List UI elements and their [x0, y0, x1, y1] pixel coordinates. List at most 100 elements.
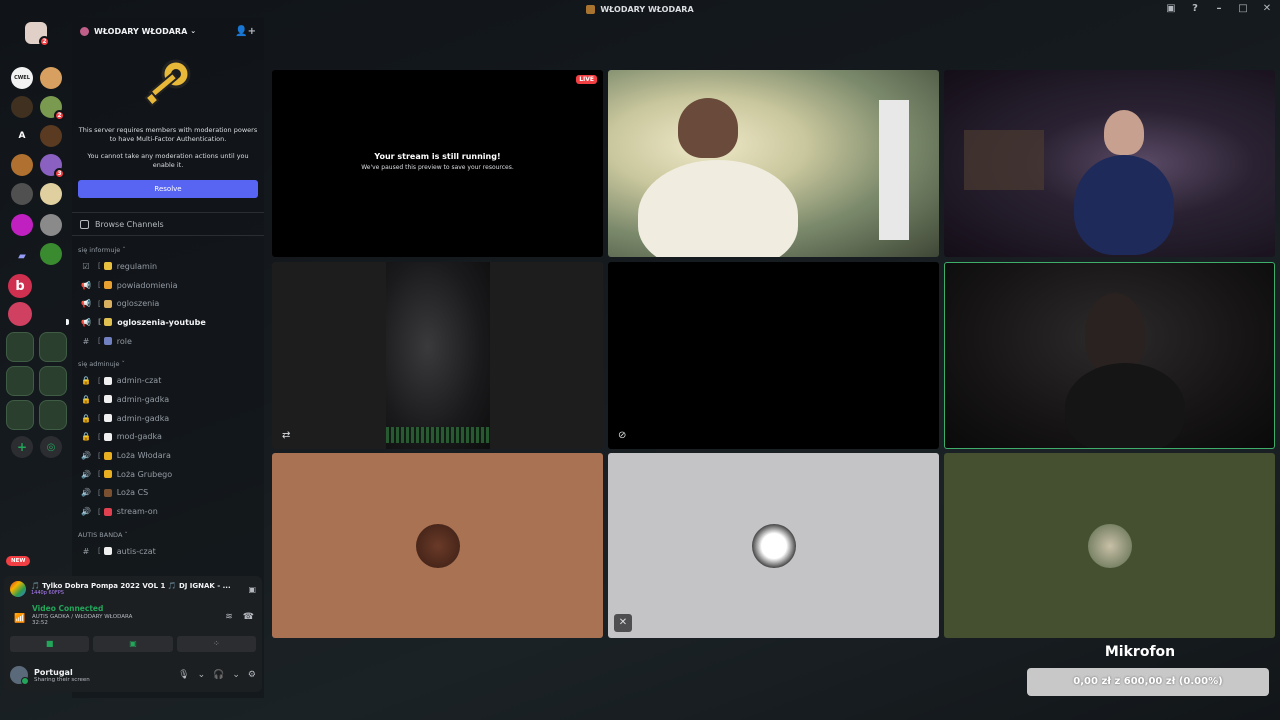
voice-connection: 📶 Video Connected AUTIS GADKA / WŁODARY … — [4, 602, 262, 634]
server-flag[interactable] — [40, 243, 62, 265]
channel-item[interactable]: 🔒 [admin-gadka — [72, 409, 264, 428]
home-avatar[interactable]: 2 — [25, 22, 50, 47]
server-gray[interactable] — [11, 183, 33, 205]
channel-item[interactable]: 🔒 [mod-gadka — [72, 428, 264, 447]
maximize-button[interactable]: □ — [1236, 2, 1250, 16]
server-cwel[interactable]: CWEL — [11, 67, 33, 89]
channel-item[interactable]: 🔒 [admin-czat — [72, 371, 264, 390]
help-icon[interactable]: ? — [1188, 2, 1202, 16]
channel-item[interactable]: # [autis-czat — [72, 542, 264, 561]
stream-title: 🎵 Tylko Dobra Pompa 2022 VOL 1 🎵 DJ IGNA… — [31, 582, 231, 590]
server-face[interactable] — [40, 183, 62, 205]
own-stream-tile[interactable]: LIVE Your stream is still running! We've… — [272, 70, 603, 257]
server-pink[interactable] — [8, 302, 32, 326]
participant-video — [678, 98, 738, 158]
server-orange[interactable] — [11, 154, 33, 176]
server-folder-5[interactable] — [6, 400, 34, 430]
avatar-tile-1[interactable] — [272, 453, 603, 638]
server-b[interactable]: b — [8, 274, 32, 298]
muted-mic-icon: ✕ — [614, 614, 632, 632]
participant-video — [1085, 293, 1145, 373]
channel-item[interactable]: 🔊 [Loża CS — [72, 484, 264, 503]
stream-quality: 1440p 60FPS — [31, 590, 64, 596]
noise-suppression-icon[interactable]: ≋ — [225, 612, 233, 622]
megaphone-icon: 📢 — [81, 299, 91, 309]
lock-icon: 🔒 — [81, 376, 91, 386]
server-header[interactable]: WŁODARY WŁODARA ⌄ 👤+ — [72, 18, 264, 44]
avatar-tile-3[interactable] — [944, 453, 1275, 638]
video-tile-1[interactable] — [608, 70, 939, 257]
settings-gear-icon[interactable]: ⚙ — [248, 670, 256, 680]
user-bar: Portugal Sharing their screen 🎙 ⌄ 🎧 ⌄ ⚙ — [4, 660, 262, 690]
video-tile-3[interactable]: ⇄ — [272, 262, 603, 449]
microphone-icon[interactable]: 🎙 — [178, 670, 189, 680]
headphones-icon[interactable]: 🎧 — [213, 670, 224, 680]
channel-category[interactable]: się informuje ˇ — [72, 243, 264, 257]
channel-item[interactable]: 📢 [ogloszenia — [72, 294, 264, 313]
folder-icon[interactable]: ▰ — [11, 245, 33, 267]
audio-options-chevron-icon[interactable]: ⌄ — [232, 670, 240, 680]
server-a[interactable]: A — [11, 125, 33, 147]
invite-people-icon[interactable]: 👤+ — [235, 26, 256, 37]
key-icon — [136, 52, 200, 116]
channel-item[interactable]: # [role — [72, 332, 264, 351]
channel-item[interactable]: 📢 [ogloszenia-youtube — [66, 313, 264, 332]
channel-bracket: [ — [98, 451, 101, 460]
disconnect-icon[interactable]: ☎ — [243, 612, 254, 622]
video-tile-4[interactable]: ⊘ — [608, 262, 939, 449]
server-brown[interactable] — [40, 125, 62, 147]
channel-emoji-icon — [103, 281, 112, 290]
browse-channels[interactable]: Browse Channels — [72, 212, 264, 236]
rules-icon: ☑ — [82, 261, 90, 271]
voice-status[interactable]: Video Connected — [32, 604, 254, 613]
channel-item[interactable]: 🔒 [admin-gadka — [72, 390, 264, 409]
hash-icon: # — [82, 336, 90, 346]
server-figure[interactable] — [11, 96, 33, 118]
discover-icon[interactable]: ◎ — [40, 436, 62, 458]
channel-bracket: [ — [98, 488, 101, 497]
server-folder-1[interactable] — [6, 332, 34, 362]
megaphone-icon: 📢 — [81, 317, 91, 327]
server-folder-3[interactable] — [6, 366, 34, 396]
channel-item[interactable]: ☑ [regulamin — [72, 257, 264, 276]
screen-share-button[interactable]: ▣ — [93, 636, 173, 652]
lock-icon: 🔒 — [81, 413, 91, 423]
avatar-tile-2[interactable]: ✕ — [608, 453, 939, 638]
camera-button[interactable]: ■ — [10, 636, 90, 652]
user-status: Sharing their screen — [34, 676, 90, 683]
server-food[interactable] — [40, 67, 62, 89]
inbox-icon[interactable]: ▣ — [1164, 2, 1178, 16]
server-stone[interactable] — [40, 214, 62, 236]
video-tile-5-speaking[interactable] — [944, 262, 1275, 449]
server-folder-2[interactable] — [39, 332, 67, 362]
channel-category[interactable]: się adminuje ˇ — [72, 357, 264, 371]
minimize-button[interactable]: – — [1212, 2, 1226, 16]
server-folder-4[interactable] — [39, 366, 67, 396]
server-magenta[interactable] — [11, 214, 33, 236]
channel-item[interactable]: 🔊 [Loża Grubego — [72, 465, 264, 484]
user-name[interactable]: Portugal — [34, 668, 90, 677]
activities-button[interactable]: ⁘ — [176, 636, 256, 652]
channel-item[interactable]: 🔊 [stream-on — [72, 502, 264, 521]
resolve-button[interactable]: Resolve — [78, 180, 258, 198]
server-purple[interactable]: 3 — [40, 154, 65, 179]
close-button[interactable]: ✕ — [1260, 2, 1274, 16]
channel-name: admin-gadka — [116, 394, 170, 404]
stream-info[interactable]: 🎵 Tylko Dobra Pompa 2022 VOL 1 🎵 DJ IGNA… — [4, 576, 262, 602]
channel-emoji-icon — [103, 432, 112, 441]
avatar[interactable] — [10, 666, 29, 685]
channel-emoji-icon — [103, 507, 112, 516]
video-tile-2[interactable] — [944, 70, 1275, 257]
video-off-icon: ⊘ — [618, 430, 627, 441]
server-folder-6[interactable] — [39, 400, 67, 430]
channel-category[interactable]: AUTIS BANDA ˇ — [72, 528, 264, 542]
channel-name: regulamin — [116, 261, 158, 271]
channel-bracket: [ — [98, 318, 102, 327]
add-server-icon[interactable]: + — [11, 436, 33, 458]
stop-stream-icon[interactable]: ▣ — [248, 585, 256, 594]
channel-item[interactable]: 🔊 [Loża Włodara — [72, 446, 264, 465]
mic-options-chevron-icon[interactable]: ⌄ — [198, 670, 206, 680]
server-green[interactable]: 2 — [40, 96, 65, 121]
channel-item[interactable]: 📢 [powiadomienia — [72, 276, 264, 295]
channel-name: stream-on — [116, 507, 158, 517]
